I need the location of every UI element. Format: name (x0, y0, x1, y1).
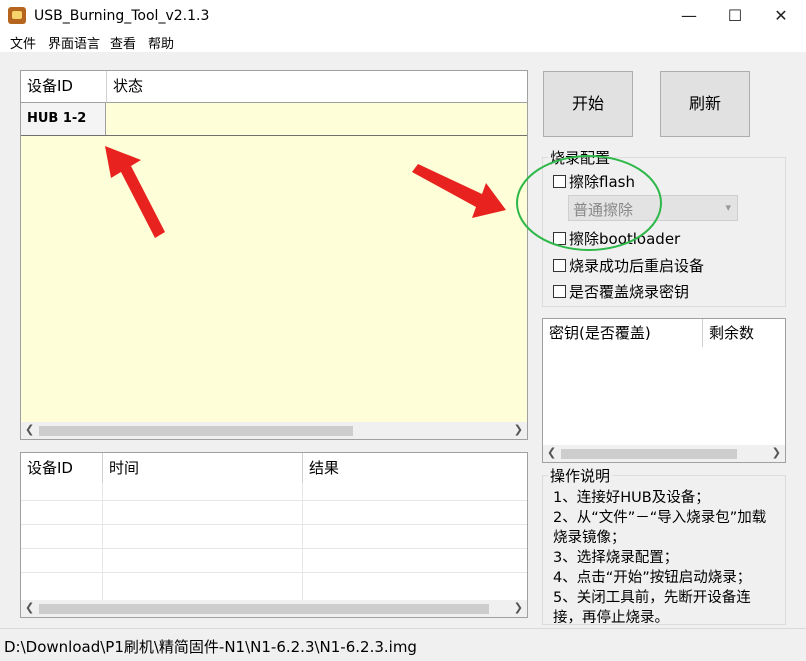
header-remaining[interactable]: 剩余数 (703, 319, 785, 347)
menu-view[interactable]: 查看 (110, 33, 136, 52)
scroll-right-icon[interactable]: ❯ (772, 446, 781, 459)
table-row[interactable]: HUB 1-2 (21, 103, 527, 136)
erase-flash-label: 擦除flash (569, 173, 635, 191)
chevron-down-icon: ▾ (725, 201, 731, 214)
app-icon (8, 7, 26, 24)
instruction-line: 4、点击“开始”按钮启动烧录； (553, 570, 752, 586)
instructions-group: 1、连接好HUB及设备； 2、从“文件”－“导入烧录包”加载 烧录镜像； 3、选… (542, 475, 786, 625)
erase-flash-checkbox[interactable]: 擦除flash (553, 171, 635, 192)
checkbox-icon[interactable] (553, 175, 566, 188)
window-title: USB_Burning_Tool_v2.1.3 (34, 8, 210, 24)
scroll-thumb[interactable] (561, 449, 737, 459)
reboot-after-success-checkbox[interactable]: 烧录成功后重启设备 (553, 255, 704, 276)
header-device-id[interactable]: 设备ID (21, 71, 107, 103)
instruction-line: 接，再停止烧录。 (553, 610, 669, 625)
header-log-time[interactable]: 时间 (103, 453, 303, 483)
instruction-line: 1、连接好HUB及设备； (553, 490, 710, 506)
log-col-divider (102, 483, 103, 601)
instruction-line: 5、关闭工具前，先断开设备连 (553, 590, 751, 606)
scroll-thumb[interactable] (39, 426, 353, 436)
erase-mode-select[interactable]: 普通擦除 ▾ (568, 195, 738, 221)
checkbox-icon[interactable] (553, 259, 566, 272)
device-grid-scrollbar[interactable]: ❮ ❯ (21, 422, 527, 439)
erase-mode-value: 普通擦除 (573, 201, 634, 219)
minimize-button[interactable]: — (666, 0, 712, 32)
log-row-divider (21, 548, 527, 549)
log-row-divider (21, 572, 527, 573)
instruction-line: 2、从“文件”－“导入烧录包”加载 (553, 510, 767, 526)
scroll-left-icon[interactable]: ❮ (547, 446, 556, 459)
reboot-after-success-label: 烧录成功后重启设备 (569, 257, 705, 275)
overwrite-key-label: 是否覆盖烧录密钥 (569, 283, 690, 301)
instruction-line: 烧录镜像； (553, 530, 626, 546)
close-button[interactable]: ✕ (758, 0, 804, 32)
scroll-right-icon[interactable]: ❯ (514, 601, 523, 614)
start-button[interactable]: 开始 (543, 71, 633, 137)
menu-file[interactable]: 文件 (10, 33, 36, 52)
log-col-divider (302, 483, 303, 601)
log-grid-scrollbar[interactable]: ❮ ❯ (21, 600, 527, 617)
erase-bootloader-label: 擦除bootloader (569, 230, 681, 248)
menu-help[interactable]: 帮助 (148, 33, 174, 52)
checkbox-icon[interactable] (553, 232, 566, 245)
instructions-title: 操作说明 (548, 465, 613, 486)
scroll-left-icon[interactable]: ❮ (25, 423, 34, 436)
erase-bootloader-checkbox[interactable]: 擦除bootloader (553, 228, 680, 249)
menu-language[interactable]: 界面语言 (48, 33, 100, 52)
header-log-device-id[interactable]: 设备ID (21, 453, 103, 483)
header-status[interactable]: 状态 (107, 71, 527, 103)
refresh-button[interactable]: 刷新 (660, 71, 750, 137)
scroll-left-icon[interactable]: ❮ (25, 601, 34, 614)
maximize-button[interactable]: ☐ (712, 0, 758, 32)
status-bar: D:\Download\P1刷机\精简固件-N1\N1-6.2.3\N1-6.2… (0, 628, 806, 661)
log-grid[interactable]: 设备ID 时间 结果 ❮ ❯ (20, 452, 528, 618)
checkbox-icon[interactable] (553, 285, 566, 298)
burn-config-title: 烧录配置 (548, 147, 613, 168)
overwrite-key-checkbox[interactable]: 是否覆盖烧录密钥 (553, 281, 689, 302)
log-row-divider (21, 524, 527, 525)
scroll-thumb[interactable] (39, 604, 489, 614)
key-grid[interactable]: 密钥(是否覆盖) 剩余数 ❮ ❯ (542, 318, 786, 463)
status-path: D:\Download\P1刷机\精简固件-N1\N1-6.2.3\N1-6.2… (4, 638, 417, 656)
header-log-result[interactable]: 结果 (303, 453, 527, 483)
instructions-text: 1、连接好HUB及设备； 2、从“文件”－“导入烧录包”加载 烧录镜像； 3、选… (553, 488, 767, 625)
key-grid-scrollbar[interactable]: ❮ ❯ (543, 445, 785, 462)
log-row-divider (21, 500, 527, 501)
header-key[interactable]: 密钥(是否覆盖) (543, 319, 703, 347)
row-device-id: HUB 1-2 (21, 103, 106, 135)
device-grid[interactable]: 设备ID 状态 HUB 1-2 ❮ ❯ (20, 70, 528, 440)
instruction-line: 3、选择烧录配置； (553, 550, 679, 566)
scroll-right-icon[interactable]: ❯ (514, 423, 523, 436)
